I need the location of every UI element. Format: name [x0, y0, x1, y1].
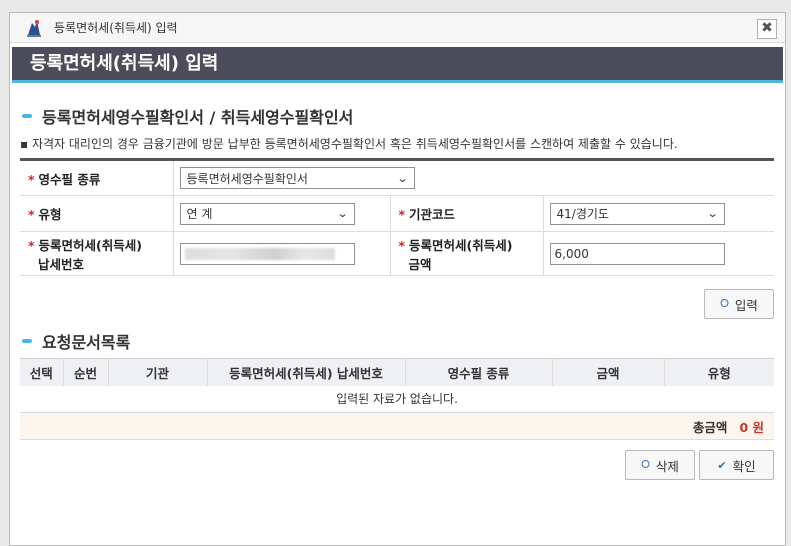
receipt-type-label-text: 영수필 종류 — [38, 171, 101, 187]
section-bullet-icon — [22, 114, 32, 118]
confirm-button[interactable]: ✔ 확인 — [699, 450, 774, 480]
required-mark: * — [28, 171, 35, 187]
tax-number-input[interactable] — [179, 242, 355, 265]
receipt-type-value: 등록면허세영수필확인서 — [186, 171, 308, 186]
column-tax-number: 등록면허세(취득세) 납세번호 — [207, 358, 406, 386]
delete-button[interactable]: ⭘ 삭제 — [625, 450, 695, 480]
amount-label: * 등록면허세(취득세) 금액 — [390, 231, 544, 276]
checkmark-icon: ✔ — [717, 458, 727, 472]
total-label: 총금액 — [692, 419, 728, 435]
category-label-text: 유형 — [38, 207, 62, 222]
amount-label-line1: 등록면허세(취득세) — [409, 237, 513, 253]
page-title: 등록면허세(취득세) 입력 — [12, 47, 783, 83]
window-title: 등록면허세(취득세) 입력 — [54, 21, 178, 35]
agency-code-select[interactable]: 41/경기도 ⌄ — [549, 202, 725, 225]
section-receipt-title: 등록면허세영수필확인서 / 취득세영수필확인서 — [22, 104, 353, 128]
input-button-label: 입력 — [734, 297, 758, 313]
category-select[interactable]: 연 계 ⌄ — [179, 202, 355, 225]
receipt-type-label: * 영수필 종류 — [20, 159, 174, 196]
column-amount: 금액 — [552, 358, 665, 386]
input-button[interactable]: ⭘ 입력 — [704, 289, 774, 319]
column-category: 유형 — [664, 358, 774, 386]
total-row: 총금액 0 원 — [20, 412, 774, 440]
column-agency: 기관 — [108, 358, 208, 386]
section-request-title-text: 요청문서목록 — [42, 333, 131, 352]
redacted-value — [184, 248, 335, 260]
category-label: * 유형 — [20, 195, 174, 232]
section-receipt-title-text: 등록면허세영수필확인서 / 취득세영수필확인서 — [42, 108, 354, 127]
close-button[interactable]: ✖ — [757, 19, 777, 39]
agency-code-value: 41/경기도 — [556, 207, 609, 221]
agency-code-label-text: 기관코드 — [409, 207, 456, 222]
chevron-down-icon: ⌄ — [706, 207, 719, 220]
request-document-table: 선택 순번 기관 등록면허세(취득세) 납세번호 영수필 종류 금액 유형 입력… — [20, 358, 774, 440]
notice-text: ▪ 자격자 대리인의 경우 금융기관에 방문 납부한 등록면허세영수필확인서 혹… — [20, 137, 678, 151]
column-select: 선택 — [20, 358, 64, 386]
chevron-down-icon: ⌄ — [396, 171, 409, 185]
column-receipt-type: 영수필 종류 — [405, 358, 553, 386]
agency-code-label: * 기관코드 — [390, 195, 544, 232]
amount-label-line2: 금액 — [408, 256, 432, 272]
dialog-window: 등록면허세(취득세) 입력 ✖ 등록면허세(취득세) 입력 등록면허세영수필확인… — [9, 12, 786, 546]
receipt-type-select[interactable]: 등록면허세영수필확인서 ⌄ — [179, 167, 415, 189]
required-mark: * — [28, 207, 35, 222]
tax-number-label: * 등록면허세(취득세) 납세번호 — [20, 231, 174, 276]
circle-icon: ⭘ — [720, 297, 729, 310]
circle-icon: ⭘ — [641, 458, 650, 471]
empty-message: 입력된 자료가 없습니다. — [20, 385, 774, 413]
section-request-title: 요청문서목록 — [22, 329, 130, 353]
tax-number-label-line1: 등록면허세(취득세) — [38, 237, 142, 253]
title-bar: 등록면허세(취득세) 입력 — [10, 13, 785, 43]
receipt-form: *영수필 종류 등록면허세영수필확인서 ⌄ *유형 연 계 ⌄ *기관코드 — [20, 158, 774, 276]
required-mark: * — [28, 237, 35, 253]
category-value: 연 계 — [186, 207, 213, 221]
amount-input[interactable]: 6,000 — [549, 242, 725, 265]
delete-button-label: 삭제 — [655, 458, 679, 474]
chevron-down-icon: ⌄ — [336, 207, 349, 220]
tax-number-label-line2: 납세번호 — [38, 256, 85, 272]
section-bullet-icon — [22, 339, 32, 343]
app-logo-icon — [24, 18, 44, 38]
required-mark: * — [398, 207, 406, 222]
required-mark: * — [398, 237, 406, 253]
confirm-button-label: 확인 — [732, 458, 756, 474]
total-amount: 0 원 — [739, 419, 764, 435]
column-seq: 순번 — [63, 358, 109, 386]
